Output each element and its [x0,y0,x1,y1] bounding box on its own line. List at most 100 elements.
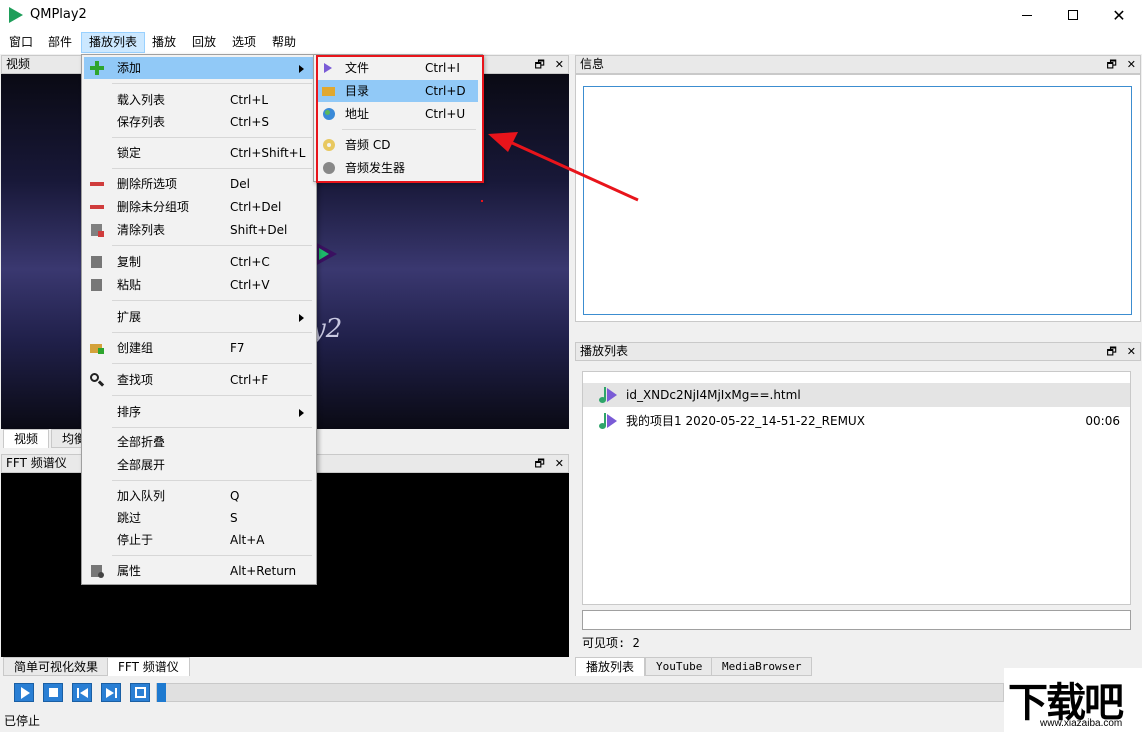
menu-item-collapse-all[interactable]: 全部折叠 [84,431,314,453]
menu-window[interactable]: 窗口 [2,32,40,53]
info-panel [575,74,1141,322]
menu-bar: 窗口 部件 播放列表 播放 回放 选项 帮助 [0,30,1142,54]
info-dock-label: 信息 [580,57,605,71]
playlist-tabs: 播放列表 YouTube MediaBrowser [575,657,1005,677]
playlist-item[interactable]: 我的项目1 2020-05-22_14-51-22_REMUX 00:06 [583,409,1130,433]
maximize-icon [1068,10,1078,20]
playlist-item-name: 我的项目1 2020-05-22_14-51-22_REMUX [626,414,865,428]
seek-handle[interactable] [157,683,166,702]
float-icon[interactable]: 🗗 [534,457,544,470]
playlist-item-duration: 00:06 [1085,414,1120,428]
submenu-arrow-icon [299,65,304,73]
menu-item-load-list[interactable]: 载入列表 Ctrl+L [84,89,314,111]
playlist-dock-label: 播放列表 [580,344,629,358]
search-icon [90,373,105,387]
tab-fft[interactable]: FFT 频谱仪 [107,657,190,676]
video-dock-label: 视频 [6,57,31,71]
fullscreen-button[interactable] [130,683,150,702]
title-bar: QMPlay2 ✕ [0,0,1142,30]
copy-icon [90,255,104,269]
annotation-arrow [488,132,639,202]
menu-playlist[interactable]: 播放列表 [81,32,146,53]
menu-item-queue[interactable]: 加入队列 Q [84,485,314,507]
menu-help[interactable]: 帮助 [265,32,303,53]
playlist-item[interactable]: id_XNDc2NjI4MjIxMg==.html [583,383,1130,407]
visual-tabs: 简单可视化效果 FFT 频谱仪 [1,657,569,677]
menu-item-paste[interactable]: 粘贴 Ctrl+V [84,274,314,296]
float-icon[interactable]: 🗗 [534,58,544,71]
music-note-icon [599,387,606,403]
menu-item-copy[interactable]: 复制 Ctrl+C [84,251,314,273]
fullscreen-icon [135,687,146,698]
play-button[interactable] [14,683,34,702]
float-icon[interactable]: 🗗 [1106,345,1116,358]
menu-item-add[interactable]: 添加 [84,57,314,79]
tab-mediabrowser[interactable]: MediaBrowser [711,657,813,676]
visible-count: 可见项: 2 [582,636,640,650]
playlist-panel: id_XNDc2NjI4MjIxMg==.html 我的项目1 2020-05-… [575,362,1141,662]
previous-button[interactable] [72,683,92,702]
close-dock-icon[interactable]: ✕ [1127,58,1136,71]
minus-icon [90,200,104,214]
menu-play[interactable]: 播放 [145,32,183,53]
playlist-item-name: id_XNDc2NjI4MjIxMg==.html [626,388,801,402]
playlist-search-input[interactable] [582,610,1131,630]
float-icon[interactable]: 🗗 [1106,58,1116,71]
watermark: 下载吧 www.xiazaiba.com [1004,668,1142,732]
menu-item-lock[interactable]: 锁定 Ctrl+Shift+L [84,142,314,164]
menu-item-delete-ungrouped[interactable]: 删除未分组项 Ctrl+Del [84,196,314,218]
tab-simple-visualization[interactable]: 简单可视化效果 [3,657,110,676]
annotation-highlight-box [316,55,484,183]
stop-button[interactable] [43,683,63,702]
submenu-arrow-icon [299,314,304,322]
menu-item-extensions[interactable]: 扩展 [84,306,314,328]
play-icon [21,687,30,699]
menu-item-skip[interactable]: 跳过 S [84,507,314,529]
info-text-area[interactable] [583,86,1132,315]
menu-options[interactable]: 选项 [225,32,263,53]
app-logo-icon [9,7,23,23]
clear-list-icon [90,223,104,237]
tab-playlist[interactable]: 播放列表 [575,657,646,676]
playlist-list[interactable]: id_XNDc2NjI4MjIxMg==.html 我的项目1 2020-05-… [582,371,1131,605]
play-icon [607,414,617,428]
minimize-button[interactable] [1004,0,1050,30]
menu-item-stop-after[interactable]: 停止于 Alt+A [84,529,314,551]
menu-item-expand-all[interactable]: 全部展开 [84,454,314,476]
properties-icon [90,564,104,578]
fft-dock-label: FFT 频谱仪 [6,456,67,470]
minimize-icon [1022,14,1032,16]
playback-controls [0,678,1005,706]
watermark-url: www.xiazaiba.com [1040,718,1123,729]
submenu-arrow-icon [299,409,304,417]
stop-icon [49,688,58,697]
close-button[interactable]: ✕ [1096,0,1142,30]
close-icon: ✕ [1112,5,1126,25]
menu-item-sort[interactable]: 排序 [84,401,314,423]
folder-add-icon [90,341,104,355]
playlist-context-menu: 添加 载入列表 Ctrl+L 保存列表 Ctrl+S 锁定 Ctrl+Shift… [81,54,317,585]
tab-video[interactable]: 视频 [3,429,50,448]
tab-youtube[interactable]: YouTube [645,657,714,676]
music-note-icon [599,413,606,429]
close-dock-icon[interactable]: ✕ [555,457,564,470]
menu-playback[interactable]: 回放 [185,32,223,53]
next-icon [106,688,114,698]
menu-item-create-group[interactable]: 创建组 F7 [84,337,314,359]
close-dock-icon[interactable]: ✕ [555,58,564,71]
seek-slider[interactable] [156,683,1004,702]
menu-item-properties[interactable]: 属性 Alt+Return [84,560,314,582]
menu-widgets[interactable]: 部件 [41,32,79,53]
plus-icon [90,61,104,75]
paste-icon [90,278,104,292]
menu-item-delete-selected[interactable]: 删除所选项 Del [84,173,314,195]
menu-item-save-list[interactable]: 保存列表 Ctrl+S [84,111,314,133]
next-button[interactable] [101,683,121,702]
status-bar: 已停止 [4,714,41,728]
minus-icon [90,177,104,191]
menu-item-clear-list[interactable]: 清除列表 Shift+Del [84,219,314,241]
menu-item-find[interactable]: 查找项 Ctrl+F [84,369,314,391]
close-dock-icon[interactable]: ✕ [1127,345,1136,358]
play-icon [607,388,617,402]
maximize-button[interactable] [1050,0,1096,30]
